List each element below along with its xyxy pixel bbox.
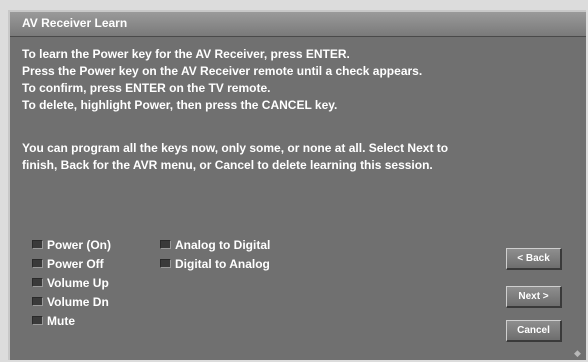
key-label: Volume Up [47, 275, 109, 290]
key-label: Analog to Digital [175, 237, 271, 252]
instruction-line: To delete, highlight Power, then press t… [22, 98, 338, 112]
checkbox-icon [160, 240, 171, 249]
key-label: Volume Dn [47, 294, 109, 309]
key-power-off[interactable]: Power Off [32, 254, 111, 273]
key-label: Mute [47, 313, 75, 328]
instructions: To learn the Power key for the AV Receiv… [22, 46, 582, 114]
key-digital-to-analog[interactable]: Digital to Analog [160, 254, 270, 273]
program-info-line: You can program all the keys now, only s… [22, 141, 449, 155]
instruction-line: To learn the Power key for the AV Receiv… [22, 47, 350, 61]
program-info: You can program all the keys now, only s… [22, 140, 582, 174]
key-label: Power (On) [47, 237, 112, 252]
key-volume-down[interactable]: Volume Dn [32, 292, 111, 311]
key-label: Power Off [47, 256, 104, 271]
key-mute[interactable]: Mute [32, 311, 111, 330]
key-label: Digital to Analog [175, 256, 270, 271]
corner-marker-icon: ◆ [574, 348, 581, 358]
next-button[interactable]: Next > [506, 286, 562, 308]
key-analog-to-digital[interactable]: Analog to Digital [160, 235, 270, 254]
checkbox-icon [160, 259, 171, 268]
keys-list-right: Analog to Digital Digital to Analog [160, 235, 270, 273]
keys-list-left: Power (On) Power Off Volume Up Volume Dn… [32, 235, 111, 330]
checkbox-icon [32, 240, 43, 249]
back-button[interactable]: < Back [506, 248, 562, 270]
title-bar: AV Receiver Learn [10, 12, 586, 37]
program-info-line: finish, Back for the AVR menu, or Cancel… [22, 158, 433, 172]
key-power-on[interactable]: Power (On) [32, 235, 111, 254]
checkbox-icon [32, 297, 43, 306]
av-receiver-learn-dialog: AV Receiver Learn To learn the Power key… [8, 10, 586, 360]
checkbox-icon [32, 278, 43, 287]
dialog-title: AV Receiver Learn [22, 16, 128, 30]
cancel-button[interactable]: Cancel [506, 320, 562, 342]
instruction-line: Press the Power key on the AV Receiver r… [22, 64, 423, 78]
checkbox-icon [32, 316, 43, 325]
key-volume-up[interactable]: Volume Up [32, 273, 111, 292]
checkbox-icon [32, 259, 43, 268]
instruction-line: To confirm, press ENTER on the TV remote… [22, 81, 271, 95]
